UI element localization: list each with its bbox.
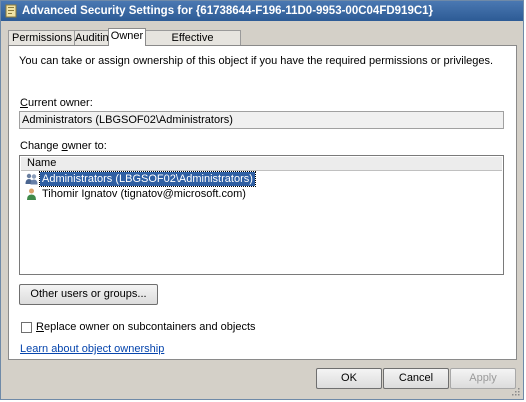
owner-intro-text: You can take or assign ownership of this… — [19, 55, 494, 67]
current-owner-label: Current owner: — [20, 97, 93, 109]
learn-ownership-link[interactable]: Learn about object ownership — [20, 343, 164, 355]
tab-permissions[interactable]: Permissions — [8, 30, 76, 45]
ok-button[interactable]: OK — [316, 368, 382, 389]
owner-name: Tihomir Ignatov (tignatov@microsoft.com) — [42, 188, 246, 200]
owner-list[interactable]: Name Administrators (LBGSOF02\Administra… — [19, 155, 504, 275]
owner-list-item-administrators[interactable]: Administrators (LBGSOF02\Administrators) — [22, 171, 322, 187]
owner-list-item-tihomir[interactable]: Tihomir Ignatov (tignatov@microsoft.com) — [22, 187, 322, 201]
cancel-button[interactable]: Cancel — [383, 368, 449, 389]
tab-owner[interactable]: Owner — [108, 28, 146, 46]
folder-icon — [5, 4, 17, 18]
owner-tab-panel: You can take or assign ownership of this… — [8, 45, 517, 360]
user-icon — [27, 188, 36, 200]
replace-owner-checkbox[interactable] — [21, 322, 32, 333]
resize-grip-icon[interactable] — [510, 386, 520, 396]
window-title: Advanced Security Settings for {61738644… — [22, 5, 434, 17]
owner-name: Administrators (LBGSOF02\Administrators) — [39, 171, 256, 187]
apply-button[interactable]: Apply — [450, 368, 516, 389]
list-header-name[interactable]: Name — [21, 157, 502, 171]
change-owner-label: Change owner to: — [20, 140, 107, 152]
other-users-or-groups-button[interactable]: Other users or groups... — [19, 284, 158, 305]
current-owner-field: Administrators (LBGSOF02\Administrators) — [19, 111, 504, 129]
replace-owner-label[interactable]: Replace owner on subcontainers and objec… — [36, 321, 256, 333]
group-icon — [25, 173, 38, 185]
advanced-security-settings-window: Advanced Security Settings for {61738644… — [0, 0, 524, 400]
title-bar[interactable]: Advanced Security Settings for {61738644… — [1, 1, 523, 21]
tab-effective-permissions[interactable]: Effective Permissions — [144, 30, 241, 58]
